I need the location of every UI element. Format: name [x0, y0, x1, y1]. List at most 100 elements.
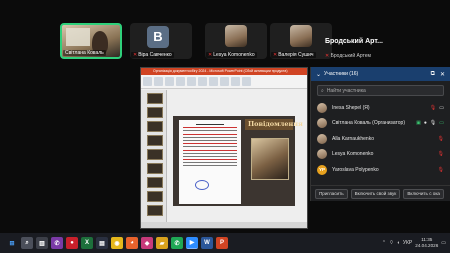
file-icon[interactable]: ▤ — [96, 237, 108, 249]
whatsapp-icon[interactable]: ✆ — [171, 237, 183, 249]
participant-row[interactable]: Alla Karnaukhenko 🎙 — [311, 131, 450, 147]
doc-line — [183, 130, 237, 132]
tile-name: Lesya Komonenko — [213, 52, 255, 58]
system-tray: ⌃ ⌔ ◖ УКР 11:35 24.04.2026 ▭ — [382, 233, 446, 253]
start-icon[interactable]: ⊞ — [6, 237, 18, 249]
viber-icon[interactable]: ✆ — [51, 237, 63, 249]
presenter-tile-label[interactable]: ✕ Бродський Артем — [325, 53, 371, 59]
word-icon[interactable]: W — [201, 237, 213, 249]
slide-thumbnail — [147, 135, 163, 146]
excel-icon[interactable]: X — [81, 237, 93, 249]
mic-muted-icon: ✕ — [133, 52, 138, 58]
zoom-icon[interactable]: ▶ — [186, 237, 198, 249]
clock-date: 24.04.2026 — [415, 243, 439, 248]
avatar — [317, 133, 327, 144]
participant-name: Світлана Коваль (Организатор) — [332, 120, 405, 127]
participants-panel-header: ⌄ Участники (16) ⧉ ✕ — [311, 67, 450, 81]
search-placeholder: Найти участника — [326, 87, 366, 94]
search-icon: ⌕ — [321, 87, 324, 94]
language-indicator[interactable]: УКР — [403, 240, 412, 246]
volume-icon[interactable]: ◖ — [397, 240, 400, 246]
ribbon-button — [154, 77, 163, 86]
tile-name-label: ✕ Валерія Сушич — [271, 52, 316, 58]
tile-name: Світлана Коваль — [65, 50, 104, 56]
ribbon-button — [143, 77, 152, 86]
video-tile-valeria[interactable]: ✕ Валерія Сушич — [270, 23, 332, 59]
mic-muted-icon: 🎙 — [437, 135, 444, 142]
participants-title: Участники (16) — [324, 71, 359, 77]
chevron-up-icon[interactable]: ⌃ — [382, 240, 386, 246]
tile-name: Віра Савченко — [138, 52, 172, 58]
ribbon-button — [165, 77, 174, 86]
ribbon-button — [231, 77, 240, 86]
close-icon[interactable]: ✕ — [440, 71, 445, 78]
participant-search-field[interactable]: ⌕ Найти участника — [317, 85, 444, 96]
camera-off-icon: ▭ — [439, 104, 444, 111]
doc-line — [183, 165, 237, 167]
app-icon[interactable]: ● — [66, 237, 78, 249]
slide-thumbnail — [147, 177, 163, 188]
clock[interactable]: 11:35 24.04.2026 — [415, 237, 438, 249]
participant-row[interactable]: YP Yaroslava Polypenko 🎙 — [311, 162, 450, 178]
slide-thumbnail — [147, 191, 163, 202]
slide-thumbnail — [147, 121, 163, 132]
avatar-letter-v: В — [147, 26, 169, 48]
search-icon[interactable]: ⌕ — [21, 237, 33, 249]
doc-line — [183, 152, 237, 154]
powerpoint-icon[interactable]: P — [216, 237, 228, 249]
slide-thumbnail — [147, 93, 163, 104]
shared-screen[interactable]: Організація документообігу 2024 - Micros… — [140, 67, 308, 229]
current-slide: Повідомлення — [173, 116, 303, 206]
doc-line — [183, 146, 237, 148]
wifi-icon[interactable]: ⌔ — [389, 240, 394, 246]
doc-line — [183, 162, 237, 164]
presenter-name-large: Бродський Арт... — [325, 38, 383, 45]
tile-name-label: ✕ Lesya Komonenko — [206, 52, 257, 58]
doc-line — [183, 139, 237, 141]
avatar — [317, 118, 327, 129]
app-icon[interactable]: ◆ — [141, 237, 153, 249]
zoom-meeting-window: Світлана Коваль ✕ Віра Савченко В ✕ Lesy… — [0, 0, 450, 253]
folder-icon[interactable]: ▰ — [156, 237, 168, 249]
ribbon-button — [242, 77, 251, 86]
slide-thumbnail — [147, 107, 163, 118]
invite-button[interactable]: Пригласить — [315, 188, 348, 199]
ppt-status-bar — [141, 222, 307, 228]
tile-background-board — [66, 28, 90, 46]
participant-name: Inesa Shepel (Я) — [332, 104, 370, 111]
mic-icon: 🎙 — [429, 120, 437, 127]
popout-icon[interactable]: ⧉ — [431, 71, 435, 78]
tile-name: Валерія Сушич — [278, 52, 314, 58]
task-view-icon[interactable]: ▥ — [36, 237, 48, 249]
video-tile-lesya[interactable]: ✕ Lesya Komonenko — [205, 23, 267, 59]
slide-thumbnails — [141, 90, 167, 222]
video-tile-svitlana[interactable]: Світлана Коваль — [60, 23, 122, 59]
start-video-button[interactable]: Включить с ока — [403, 188, 444, 199]
windows-taskbar: ⊞ ⌕ ▥ ✆ ● X ▤ ◉ ◕ ◆ ▰ ✆ ▶ W P ⌃ ⌔ ◖ УКР … — [0, 233, 450, 253]
tile-name-label: ✕ Віра Савченко — [131, 52, 174, 58]
participant-row[interactable]: Inesa Shepel (Я) 🎙 ▭ — [311, 100, 450, 116]
avatar — [317, 102, 327, 113]
chevron-down-icon[interactable]: ⌄ — [316, 71, 321, 78]
ppt-ribbon — [141, 75, 307, 89]
mic-muted-icon: 🎙 — [429, 104, 437, 111]
mic-muted-icon: 🎙 — [437, 166, 444, 173]
ribbon-button — [220, 77, 229, 86]
notification-icon[interactable]: ▭ — [441, 240, 446, 246]
firefox-icon[interactable]: ◕ — [126, 237, 138, 249]
share-screen-icon: ▣ — [416, 120, 421, 127]
participant-row[interactable]: Світлана Коваль (Организатор) ▣ ● 🎙 ▭ — [311, 116, 450, 132]
avatar — [317, 149, 327, 160]
tile-name: Бродський Артем — [330, 53, 371, 59]
chrome-icon[interactable]: ◉ — [111, 237, 123, 249]
slide-heading: Повідомлення — [245, 119, 303, 130]
doc-line — [183, 143, 237, 145]
participant-row[interactable]: Lesya Komonenko 🎙 — [311, 147, 450, 163]
record-icon: ● — [423, 120, 427, 127]
unmute-button[interactable]: Включить свой звук — [350, 188, 401, 199]
mic-muted-icon: 🎙 — [437, 151, 444, 158]
participants-panel: ⌄ Участники (16) ⧉ ✕ ⌕ Найти участника I… — [310, 67, 450, 201]
stamp-icon — [195, 180, 209, 190]
doc-line — [183, 159, 237, 161]
doc-line — [183, 136, 237, 138]
